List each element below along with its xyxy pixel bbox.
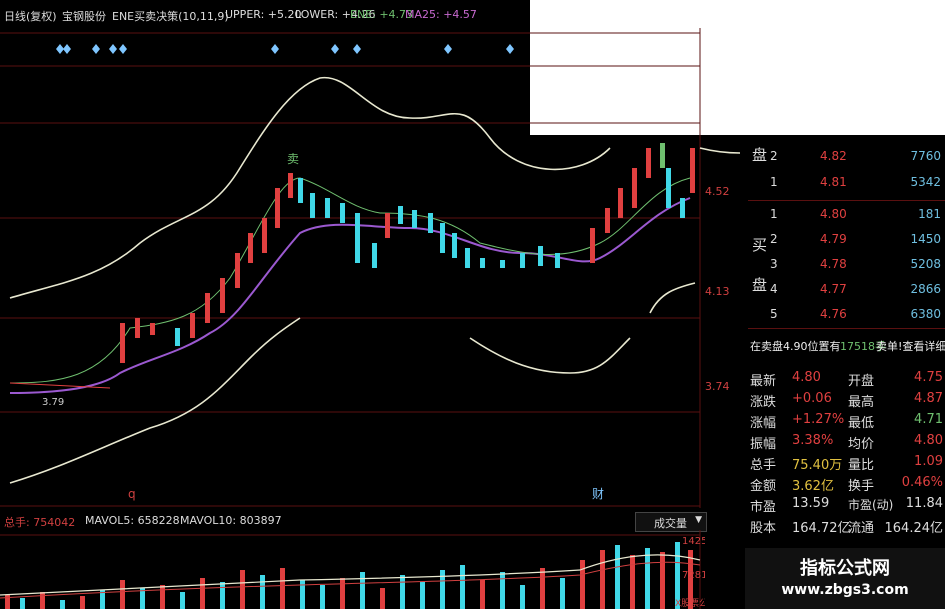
price-tick-3: 3.74 <box>705 380 730 393</box>
indicator-header: 日线(复权) 宝钢股份 ENE买卖决策(10,11,9) UPPER: +5.2… <box>0 0 540 28</box>
price-tick-2: 4.13 <box>705 285 730 298</box>
lower-band-right <box>469 337 631 374</box>
low-price-label: 3.79 <box>42 397 64 408</box>
lower-band-far <box>649 282 696 314</box>
quote-row: 最新 4.80 开盘 4.75 <box>750 370 943 389</box>
period-label[interactable]: 日线(复权) <box>4 8 57 24</box>
grid-lines <box>0 28 701 508</box>
watermark: 指标公式网 www.zbgs3.com <box>745 548 945 609</box>
watermark-url: www.zbgs3.com <box>781 582 909 598</box>
buy-book: 买 盘 1 4.80 181 2 4.79 1450 3 4.78 5208 4… <box>748 200 945 329</box>
buy-row-1[interactable]: 1 4.80 181 <box>748 202 945 226</box>
buy-row-5[interactable]: 5 4.76 6380 <box>748 302 945 326</box>
mavol5-value: MAVOL5: 658228 <box>85 514 180 527</box>
quote-row: 金额 3.62亿 换手 0.46% <box>750 475 943 494</box>
quote-row: 市盈 13.59 市盈(动) 11.84 <box>750 496 943 515</box>
large-order-notice[interactable]: 在卖盘4.90位置有 17518手 卖单!查看详细 <box>748 334 945 356</box>
indicator-name[interactable]: ENE买卖决策(10,11,9) <box>112 8 229 24</box>
q-marker: q <box>128 487 136 501</box>
volume-total: 总手: 754042 <box>4 516 76 529</box>
volume-select-label: 成交量 <box>654 517 687 530</box>
quote-row: 振幅 3.38% 均价 4.80 <box>750 433 943 452</box>
buy-row-2[interactable]: 2 4.79 1450 <box>748 227 945 251</box>
quote-row: 股本 164.72亿 流通 164.24亿 <box>750 521 943 536</box>
ene-line <box>9 177 691 384</box>
buy-row-4[interactable]: 4 4.77 2866 <box>748 277 945 301</box>
volume-axis-top: 14259 <box>682 536 705 547</box>
volume-axis-unit: X股票公 <box>675 598 705 609</box>
notice-text: 在卖盘4.90位置有 <box>750 340 841 353</box>
ma25-line <box>9 197 691 394</box>
watermark-title: 指标公式网 <box>800 558 890 579</box>
buy-diamonds <box>56 44 514 54</box>
mavol-line <box>0 554 701 596</box>
ma25-value: MA25: +4.57 <box>405 8 477 21</box>
price-tick-1: 4.52 <box>705 185 730 198</box>
stock-name: 宝钢股份 <box>62 10 106 23</box>
sell-row-1[interactable]: 1 4.81 5342 <box>748 170 945 194</box>
volume-header: 总手: 754042 MAVOL5: 658228 MAVOL10: 80389… <box>0 510 740 530</box>
sell-book: 盘 2 4.82 7760 1 4.81 5342 <box>748 138 945 201</box>
volume-bars <box>5 542 693 609</box>
quote-row: 涨跌 +0.06 最高 4.87 <box>750 391 943 410</box>
volume-indicator-select[interactable]: 成交量 ▼ <box>635 512 707 532</box>
kline-chart[interactable]: 卖 3.79 q 财 <box>0 28 740 508</box>
notice-link[interactable]: 卖单!查看详细 <box>876 338 945 354</box>
mavol10-line <box>0 561 701 599</box>
ene-value: ENE: +4.73 <box>350 8 414 21</box>
quote-panel: 盘 2 4.82 7760 1 4.81 5342 买 盘 1 4.80 181… <box>748 138 945 609</box>
sell-row-2[interactable]: 2 4.82 7760 <box>748 144 945 168</box>
upper-value: UPPER: +5.20 <box>225 8 302 21</box>
upper-band-right <box>699 147 740 154</box>
buy-row-3[interactable]: 3 4.78 5208 <box>748 252 945 276</box>
cai-marker: 财 <box>592 487 604 501</box>
volume-chart[interactable]: 14259 7281 X股票公 <box>0 530 705 609</box>
quote-row: 总手 75.40万 量比 1.09 <box>750 454 943 473</box>
chevron-down-icon: ▼ <box>695 515 702 525</box>
sell-marker: 卖 <box>287 152 299 166</box>
mavol10-value: MAVOL10: 803897 <box>180 514 282 527</box>
volume-axis-mid: 7281 <box>682 570 705 581</box>
quote-row: 涨幅 +1.27% 最低 4.71 <box>750 412 943 431</box>
